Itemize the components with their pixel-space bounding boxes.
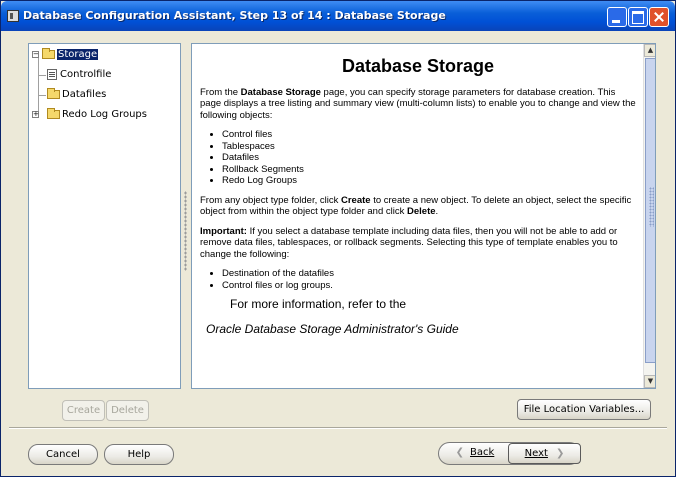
para-bold-text: Delete [407,206,436,217]
grip-icon [649,187,654,227]
tree-line [38,75,46,76]
list-item: Destination of the datafiles [222,268,636,280]
back-label: Back [470,447,495,458]
divider [9,427,667,429]
tree-item-label: Redo Log Groups [62,109,147,120]
close-button[interactable] [649,7,669,27]
next-label: Next [524,448,548,459]
cancel-button[interactable]: Cancel [28,444,98,465]
list-item: Control files or log groups. [222,280,636,292]
list-item: Control files [222,129,636,141]
vertical-scrollbar[interactable]: ▲ ▼ [643,44,655,388]
app-icon [7,10,19,22]
para-text: From any object type folder, click [200,194,341,206]
important-text: If you select a database template includ… [200,225,618,260]
window-title: Database Configuration Assistant, Step 1… [23,9,446,22]
create-delete-paragraph: From any object type folder, click Creat… [200,195,636,218]
back-button[interactable]: ❮ Back [444,443,506,464]
controlfile-icon [47,68,57,80]
object-list: Control files Tablespaces Datafiles Roll… [200,129,636,187]
scroll-up-icon[interactable]: ▲ [644,44,655,57]
storage-tree: − Storage Controlfile Datafiles + Redo L… [29,44,180,388]
help-panel: Database Storage From the Database Stora… [191,43,656,389]
para-bold-text: Create [340,194,371,206]
tree-item-redo-log-groups[interactable]: + Redo Log Groups [32,107,147,122]
page-title: Database Storage [341,56,495,76]
intro-text: From the [200,86,241,98]
more-info-text: For more information, refer to the [230,297,407,311]
list-item: Tablespaces [222,141,636,153]
create-button[interactable]: Create [62,400,105,421]
folder-icon [47,107,60,119]
intro-bold-text: Database Storage [240,86,321,98]
minimize-button[interactable] [607,7,627,27]
back-arrow-icon: ❮ [455,447,465,458]
maximize-button[interactable] [628,7,648,27]
collapse-icon[interactable]: − [32,51,39,58]
tree-line [38,56,39,116]
title-bar[interactable]: Database Configuration Assistant, Step 1… [1,1,675,31]
tree-item-label: Controlfile [60,69,112,80]
help-button[interactable]: Help [104,444,174,465]
expand-icon[interactable]: + [32,111,39,118]
para-text: . [435,206,439,217]
panel-splitter-handle[interactable] [184,191,187,271]
scroll-down-icon[interactable]: ▼ [644,375,655,388]
intro-paragraph: From the Database Storage page, you can … [200,87,636,122]
next-arrow-icon: ❯ [555,448,565,459]
folder-icon [47,87,60,99]
storage-tree-panel: − Storage Controlfile Datafiles + Redo L… [28,43,181,389]
tree-item-controlfile[interactable]: Controlfile [47,68,111,82]
tree-item-label: Storage [57,49,99,60]
file-location-variables-button[interactable]: File Location Variables... [517,399,651,420]
important-paragraph: Important: If you select a database temp… [200,226,636,261]
help-content: Database Storage From the Database Stora… [200,44,636,335]
delete-button[interactable]: Delete [106,400,149,421]
important-label: Important: [200,225,247,237]
list-item: Datafiles [222,152,636,164]
list-item: Redo Log Groups [222,175,636,187]
tree-line [38,95,46,96]
list-item: Rollback Segments [222,164,636,176]
scrollbar-thumb[interactable] [645,58,655,363]
tree-item-datafiles[interactable]: Datafiles [47,87,107,102]
folder-open-icon [42,47,55,59]
dbca-window: Database Configuration Assistant, Step 1… [0,0,676,477]
changeable-list: Destination of the datafiles Control fil… [200,268,636,291]
next-button[interactable]: Next ❯ [508,443,581,464]
guide-link[interactable]: Oracle Database Storage Administrator's … [206,323,636,336]
tree-item-label: Datafiles [62,89,107,100]
